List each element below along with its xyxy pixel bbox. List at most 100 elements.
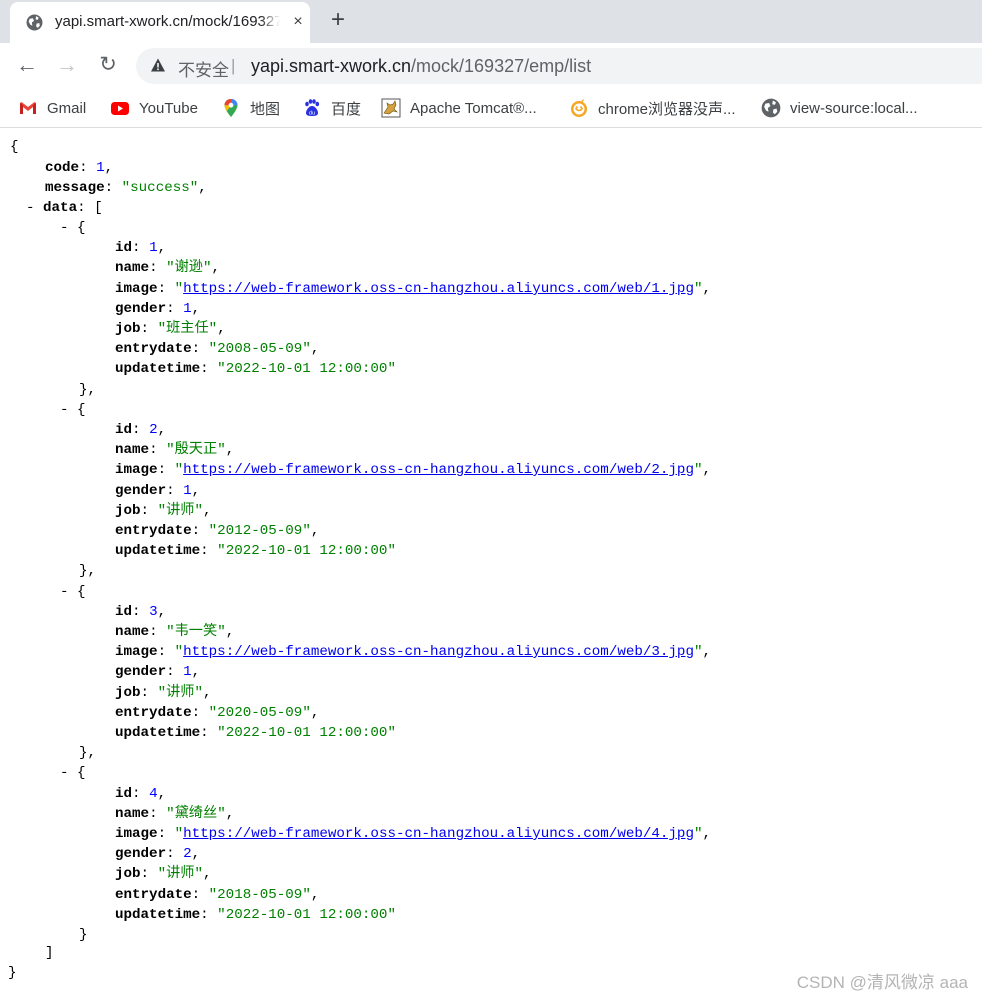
forward-button[interactable]: → — [54, 52, 80, 78]
quote: " — [217, 725, 226, 741]
quote: " — [302, 341, 311, 357]
baidu-icon: du — [305, 99, 320, 117]
colon: : — [191, 705, 209, 721]
back-button[interactable]: ← — [14, 52, 40, 78]
quote: " — [387, 725, 396, 741]
json-object-close: }, — [79, 743, 96, 763]
bookmark-label: view-source:local... — [790, 99, 918, 117]
json-value-name: 黛绮丝 — [174, 806, 218, 822]
colon: : — [140, 866, 158, 882]
comma: , — [702, 826, 711, 842]
new-tab-button[interactable]: + — [326, 8, 350, 33]
comma: , — [203, 685, 212, 701]
bookmark-maps[interactable]: 地图 — [221, 97, 280, 119]
colon: : [ — [77, 200, 103, 216]
comma: , — [191, 846, 201, 862]
image-link[interactable]: https://web-framework.oss-cn-hangzhou.al… — [183, 826, 694, 842]
json-field-entrydate: entrydate: "2020-05-09", — [115, 703, 319, 723]
tab-title: yapi.smart-xwork.cn/mock/169327/emp/list — [55, 13, 280, 33]
quote: " — [302, 887, 311, 903]
json-key: id — [115, 604, 133, 620]
gmail-icon — [20, 102, 36, 114]
collapse-toggle[interactable]: - — [60, 220, 77, 236]
json-key: gender — [115, 301, 167, 317]
colon: : — [104, 180, 122, 196]
json-value-entrydate: 2008-05-09 — [217, 341, 303, 357]
json-field-gender: gender: 2, — [115, 844, 200, 864]
security-status[interactable]: 不安全 — [178, 56, 229, 81]
collapse-toggle[interactable]: - — [60, 765, 77, 781]
json-key: name — [115, 806, 150, 822]
bookmark-baidu[interactable]: du 百度 — [302, 97, 361, 119]
tomcat-icon — [381, 98, 401, 118]
image-link[interactable]: https://web-framework.oss-cn-hangzhou.al… — [183, 462, 694, 478]
quote: " — [208, 887, 218, 903]
json-object-open: - { — [60, 763, 86, 783]
json-value-job: 讲师 — [166, 503, 195, 519]
quote: " — [203, 260, 212, 276]
json-value-message: success — [130, 180, 190, 196]
active-tab[interactable]: yapi.smart-xwork.cn/mock/169327/emp/list… — [10, 2, 310, 43]
quote: " — [189, 180, 199, 196]
warning-icon[interactable] — [150, 57, 166, 73]
comma: , — [203, 866, 212, 882]
collapse-toggle[interactable]: - — [60, 584, 77, 600]
comma: , — [157, 422, 167, 438]
json-field-entrydate: entrydate: "2018-05-09", — [115, 885, 319, 905]
url-text[interactable]: yapi.smart-xwork.cn/mock/169327/emp/list — [251, 56, 591, 77]
json-value-entrydate: 2018-05-09 — [217, 887, 303, 903]
bookmark-tomcat[interactable]: Apache Tomcat®... — [381, 97, 537, 119]
json-key: gender — [115, 664, 167, 680]
comma: , — [203, 503, 212, 519]
image-link[interactable]: https://web-framework.oss-cn-hangzhou.al… — [183, 644, 694, 660]
colon: : — [132, 422, 150, 438]
tab-close-button[interactable]: × — [288, 12, 308, 32]
quote: " — [194, 685, 203, 701]
quote: " — [302, 705, 311, 721]
json-object-close: }, — [79, 380, 96, 400]
json-key: name — [115, 260, 150, 276]
comma: , — [225, 442, 235, 458]
colon: : — [157, 826, 175, 842]
bookmark-label: Gmail — [47, 99, 87, 117]
colon: : — [157, 281, 175, 297]
bookmark-youtube[interactable]: YouTube — [110, 97, 198, 119]
json-field-code: code: 1, — [45, 158, 113, 178]
address-bar[interactable]: 不安全 | yapi.smart-xwork.cn/mock/169327/em… — [136, 48, 982, 84]
quote: " — [217, 907, 226, 923]
image-link[interactable]: https://web-framework.oss-cn-hangzhou.al… — [183, 281, 694, 297]
json-field-gender: gender: 1, — [115, 481, 200, 501]
comma: , — [310, 341, 320, 357]
collapse-toggle[interactable]: - — [60, 402, 77, 418]
bookmark-gmail[interactable]: Gmail — [18, 97, 86, 119]
json-key: id — [115, 786, 133, 802]
json-field-job: job: "班主任", — [115, 319, 226, 339]
bookmark-chrome-help[interactable]: chrome浏览器没声... — [569, 97, 736, 119]
comma: , — [217, 321, 226, 337]
comma: , — [310, 887, 320, 903]
quote: " — [217, 624, 226, 640]
json-value-updatetime: 2022-10-01 12:00:00 — [225, 725, 388, 741]
comma: , — [191, 301, 201, 317]
globe-icon — [761, 98, 781, 118]
json-key: entrydate — [115, 341, 192, 357]
url-host: yapi.smart-xwork.cn — [251, 56, 412, 76]
quote: " — [166, 624, 175, 640]
bookmark-label: 百度 — [331, 100, 362, 118]
json-close-brace: } — [8, 963, 17, 983]
comma: , — [702, 281, 711, 297]
json-object-open: - { — [60, 400, 86, 420]
json-key: image — [115, 462, 158, 478]
collapse-toggle[interactable]: - — [26, 200, 43, 216]
json-key: entrydate — [115, 887, 192, 903]
json-key: updatetime — [115, 725, 201, 741]
colon: : — [166, 483, 184, 499]
chrome-help-icon — [571, 99, 587, 117]
quote: " — [166, 442, 175, 458]
bookmark-view-source[interactable]: view-source:local... — [761, 97, 918, 119]
comma: , — [211, 260, 221, 276]
json-field-gender: gender: 1, — [115, 299, 200, 319]
reload-button[interactable]: ↻ — [95, 52, 121, 78]
json-value-updatetime: 2022-10-01 12:00:00 — [225, 543, 388, 559]
colon: : — [191, 887, 209, 903]
